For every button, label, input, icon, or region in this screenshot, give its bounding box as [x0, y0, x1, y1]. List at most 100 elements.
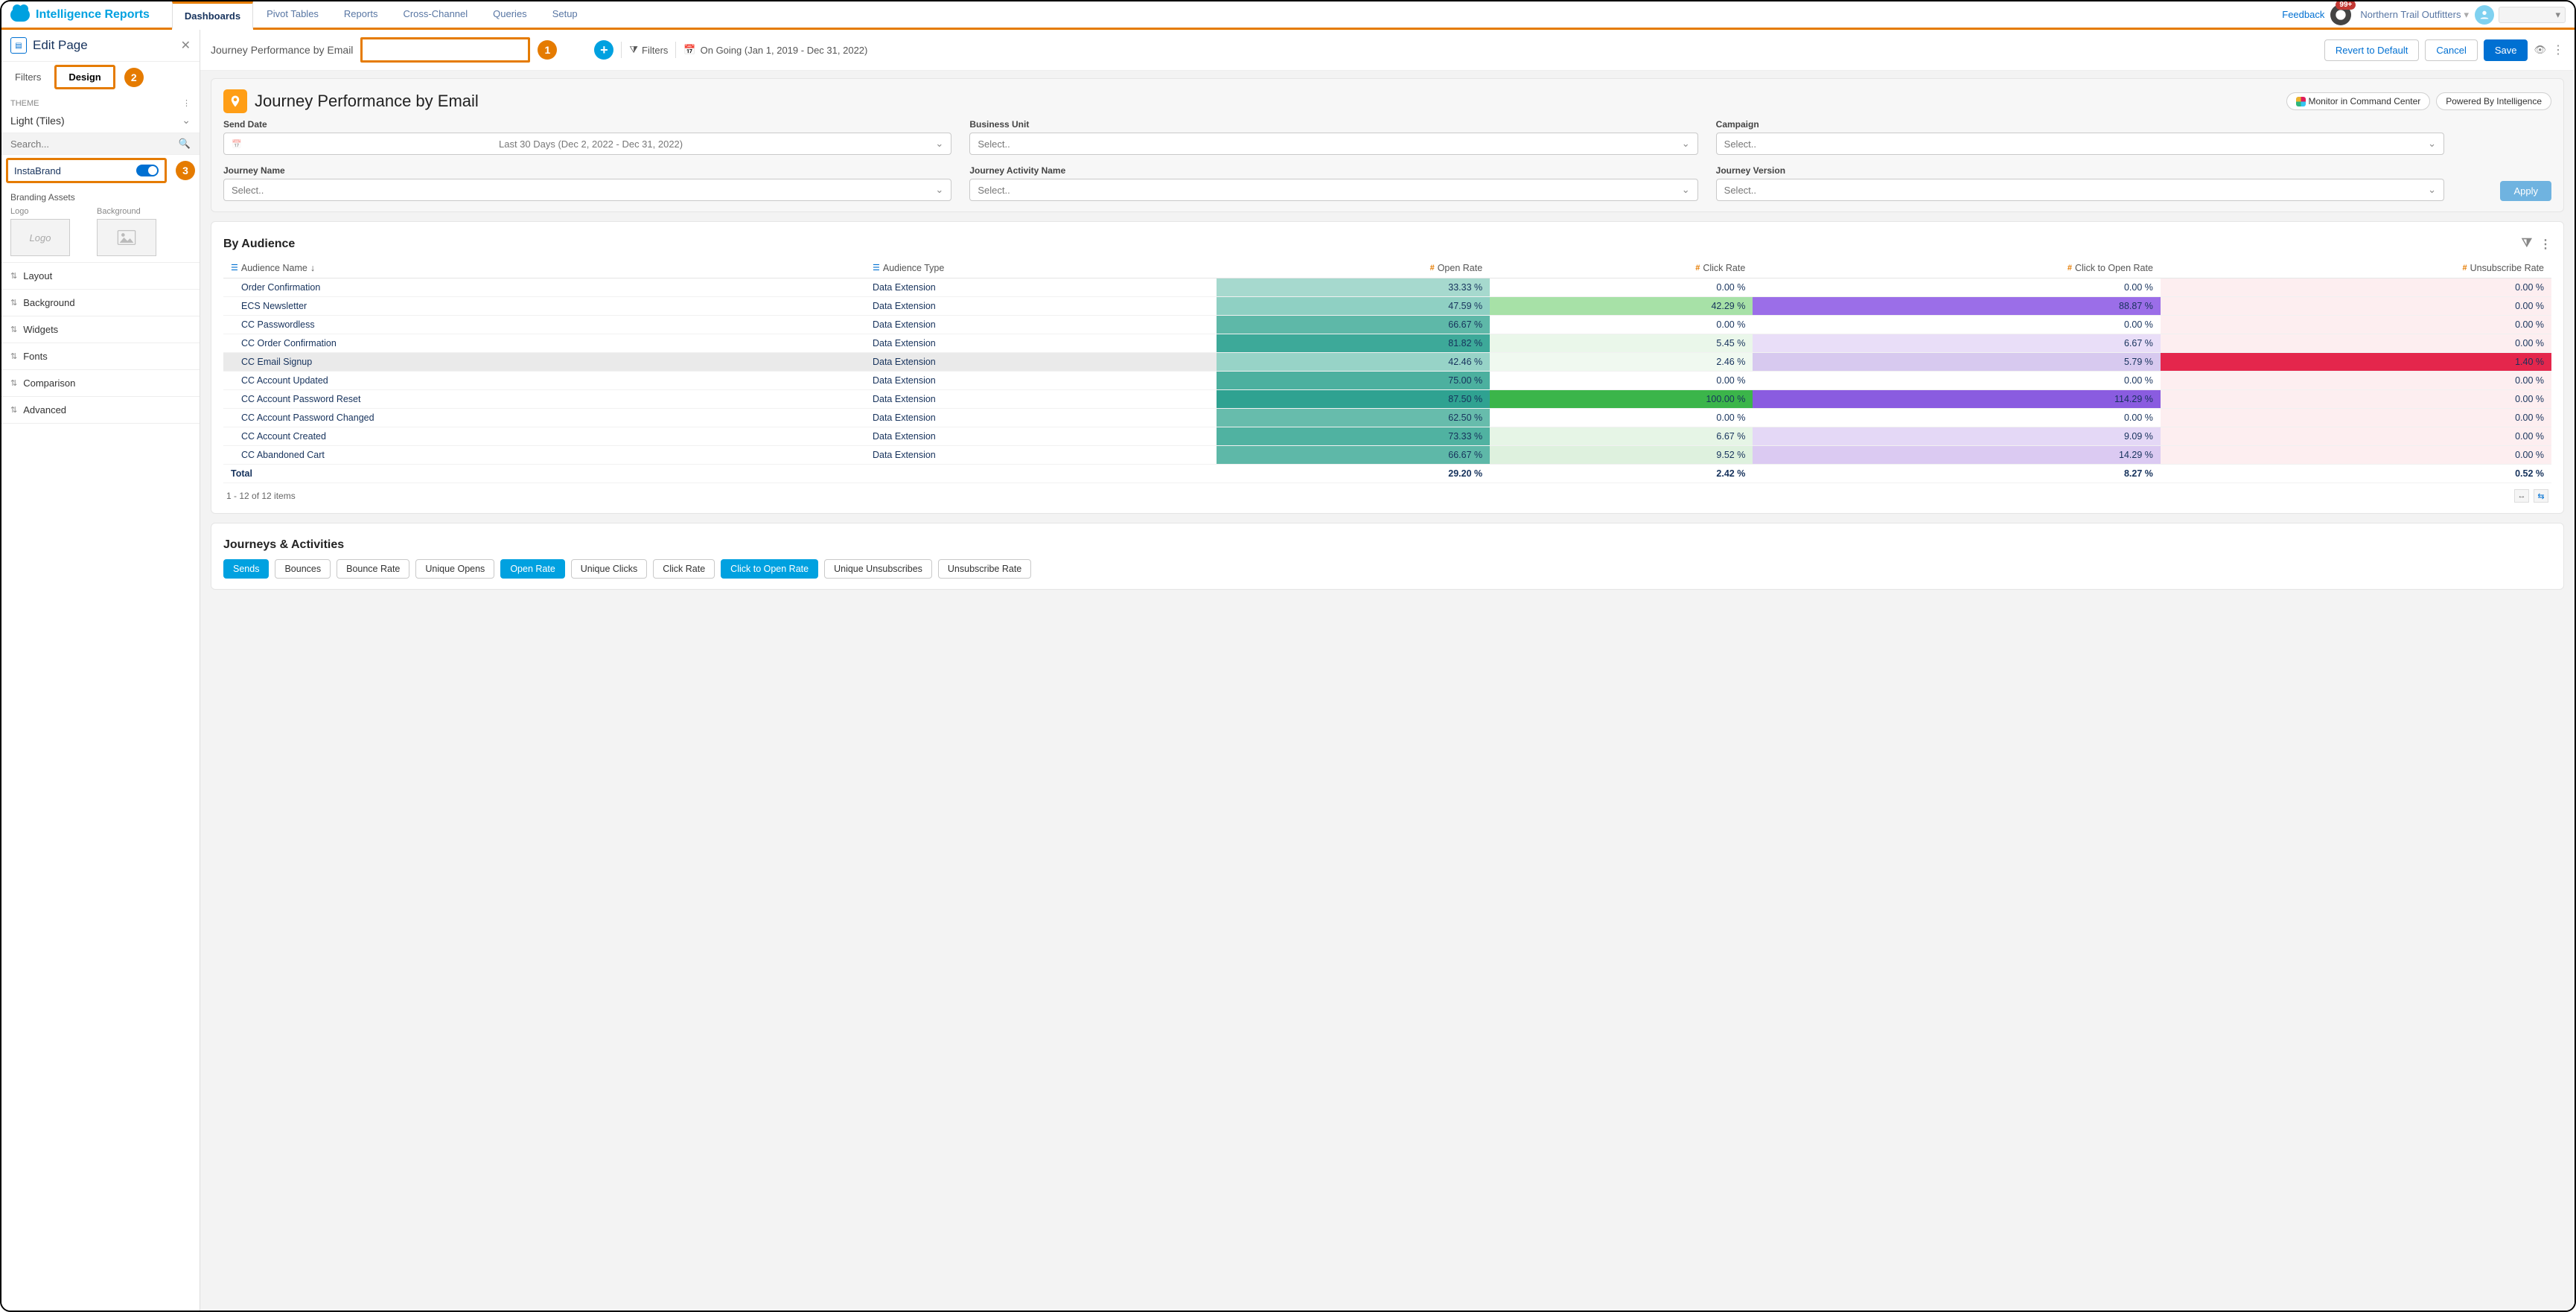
metric-chip-unique-clicks[interactable]: Unique Clicks: [571, 559, 647, 579]
accordion-background[interactable]: Background: [1, 290, 200, 316]
metric-chip-unique-opens[interactable]: Unique Opens: [415, 559, 494, 579]
tab-design[interactable]: Design: [54, 65, 115, 89]
metric-chip-open-rate[interactable]: Open Rate: [500, 559, 564, 579]
journey-version-select[interactable]: Select..: [1716, 179, 2444, 201]
journeys-panel: Journeys & Activities Sends Bounces Bounce…: [211, 523, 2564, 590]
instabrand-toggle[interactable]: [136, 165, 159, 176]
sort-desc-icon[interactable]: ↓: [310, 263, 315, 273]
add-widget-button[interactable]: +: [594, 40, 613, 60]
logo-label: Logo: [10, 207, 70, 216]
instabrand-toggle-row: InstaBrand: [6, 158, 167, 183]
accordion-layout[interactable]: Layout: [1, 263, 200, 290]
tab-filters[interactable]: Filters: [10, 67, 45, 87]
campaign-select[interactable]: Select..: [1716, 133, 2444, 155]
page-name-input[interactable]: [360, 37, 530, 63]
content-area: Journey Performance by Email 1 + ⧩ Filte…: [200, 30, 2575, 1311]
theme-menu-icon[interactable]: ⋮: [182, 98, 191, 108]
table-row[interactable]: CC Order ConfirmationData Extension81.82…: [223, 334, 2551, 353]
dashboard-title: Journey Performance by Email: [255, 92, 479, 111]
panel-more-icon[interactable]: ⋮: [2540, 237, 2551, 252]
journey-version-label: Journey Version: [1716, 165, 2444, 176]
metric-chip-bounces[interactable]: Bounces: [275, 559, 331, 579]
theme-label: THEME: [10, 99, 39, 108]
text-col-icon: ☰: [873, 263, 880, 273]
revert-button[interactable]: Revert to Default: [2324, 39, 2420, 61]
metric-chip-click-to-open-rate[interactable]: Click to Open Rate: [721, 559, 818, 579]
calendar-icon: 📅: [683, 44, 695, 56]
business-unit-select[interactable]: Select..: [969, 133, 1697, 155]
branding-heading: Branding Assets: [10, 192, 191, 203]
apply-button[interactable]: Apply: [2500, 181, 2551, 201]
metric-chip-bounce-rate[interactable]: Bounce Rate: [337, 559, 409, 579]
nav-tab-dashboards[interactable]: Dashboards: [172, 1, 253, 30]
metric-chip-unsubscribe-rate[interactable]: Unsubscribe Rate: [938, 559, 1031, 579]
table-row[interactable]: CC Abandoned CartData Extension66.67 %9.…: [223, 446, 2551, 465]
table-row[interactable]: CC PasswordlessData Extension66.67 %0.00…: [223, 316, 2551, 334]
user-menu[interactable]: [2499, 7, 2566, 23]
audience-table: ☰Audience Name ↓ ☰Audience Type #Open Ra…: [223, 258, 2551, 483]
callout-3: 3: [176, 161, 195, 180]
number-col-icon: #: [1695, 264, 1700, 273]
table-row[interactable]: CC Account Password ResetData Extension8…: [223, 390, 2551, 409]
nav-tab-reports[interactable]: Reports: [332, 1, 390, 28]
date-range[interactable]: 📅 On Going (Jan 1, 2019 - Dec 31, 2022): [683, 44, 867, 56]
journey-name-select[interactable]: Select..: [223, 179, 951, 201]
table-row[interactable]: CC Email SignupData Extension42.46 %2.46…: [223, 353, 2551, 372]
metric-chip-click-rate[interactable]: Click Rate: [653, 559, 715, 579]
slack-icon: [2296, 97, 2306, 106]
by-audience-title: By Audience: [223, 238, 295, 251]
table-row[interactable]: CC Account CreatedData Extension73.33 %6…: [223, 427, 2551, 446]
user-avatar-icon[interactable]: [2475, 5, 2494, 25]
accordion-fonts[interactable]: Fonts: [1, 343, 200, 370]
dashboard-header-panel: Journey Performance by Email Monitor in …: [211, 78, 2564, 212]
accordion-advanced[interactable]: Advanced: [1, 397, 200, 424]
theme-select[interactable]: Light (Tiles): [1, 111, 200, 133]
table-row[interactable]: Order ConfirmationData Extension33.33 %0…: [223, 278, 2551, 297]
feedback-link[interactable]: Feedback: [2282, 9, 2324, 20]
sidebar-search-input[interactable]: [10, 138, 179, 150]
accordion-widgets[interactable]: Widgets: [1, 316, 200, 343]
callout-2: 2: [124, 68, 144, 87]
design-accordion: LayoutBackgroundWidgetsFontsComparisonAd…: [1, 262, 200, 424]
nav-tab-cross-channel[interactable]: Cross-Channel: [391, 1, 479, 28]
close-icon[interactable]: ✕: [181, 38, 191, 53]
cancel-button[interactable]: Cancel: [2425, 39, 2477, 61]
table-row[interactable]: ECS NewsletterData Extension47.59 %42.29…: [223, 297, 2551, 316]
nav-tab-queries[interactable]: Queries: [481, 1, 539, 28]
metric-chip-sends[interactable]: Sends: [223, 559, 269, 579]
send-date-label: Send Date: [223, 119, 951, 130]
edit-page-title: Edit Page: [33, 38, 181, 53]
fit-columns-icon[interactable]: ↔: [2514, 489, 2529, 503]
app-title: Intelligence Reports: [36, 8, 150, 22]
background-upload[interactable]: [97, 219, 156, 256]
table-row[interactable]: CC Account UpdatedData Extension75.00 %0…: [223, 372, 2551, 390]
send-date-select[interactable]: Last 30 Days (Dec 2, 2022 - Dec 31, 2022…: [223, 133, 951, 155]
table-row[interactable]: CC Account Password ChangedData Extensio…: [223, 409, 2551, 427]
number-col-icon: #: [2068, 264, 2072, 273]
pager-text: 1 - 12 of 12 items: [226, 491, 296, 501]
save-button[interactable]: Save: [2484, 39, 2528, 61]
edit-page-icon: ▤: [10, 37, 27, 54]
preview-icon[interactable]: 👁: [2534, 44, 2546, 56]
logo-upload[interactable]: Logo: [10, 219, 70, 256]
search-icon: 🔍: [179, 138, 191, 150]
powered-by-badge[interactable]: Powered By Intelligence: [2436, 92, 2551, 110]
sidebar-search[interactable]: 🔍: [1, 133, 200, 155]
monitor-command-center-button[interactable]: Monitor in Command Center: [2286, 92, 2431, 110]
filters-button[interactable]: ⧩ Filters: [629, 44, 668, 56]
callout-1: 1: [538, 40, 557, 60]
expand-columns-icon[interactable]: ⇆: [2534, 489, 2548, 503]
org-switcher[interactable]: Northern Trail Outfitters: [2360, 9, 2469, 21]
journey-activity-select[interactable]: Select..: [969, 179, 1697, 201]
more-icon[interactable]: ⋮: [2552, 42, 2564, 57]
accordion-comparison[interactable]: Comparison: [1, 370, 200, 397]
journey-activity-label: Journey Activity Name: [969, 165, 1697, 176]
text-col-icon: ☰: [231, 263, 238, 273]
nav-tab-setup[interactable]: Setup: [541, 1, 590, 28]
panel-filter-icon[interactable]: ⧩: [2522, 237, 2532, 252]
metric-chip-unique-unsubscribes[interactable]: Unique Unsubscribes: [824, 559, 932, 579]
journey-name-label: Journey Name: [223, 165, 951, 176]
nav-tab-pivot-tables[interactable]: Pivot Tables: [255, 1, 331, 28]
journeys-title: Journeys & Activities: [223, 538, 344, 552]
notification-bell-icon[interactable]: 99+: [2330, 4, 2351, 25]
